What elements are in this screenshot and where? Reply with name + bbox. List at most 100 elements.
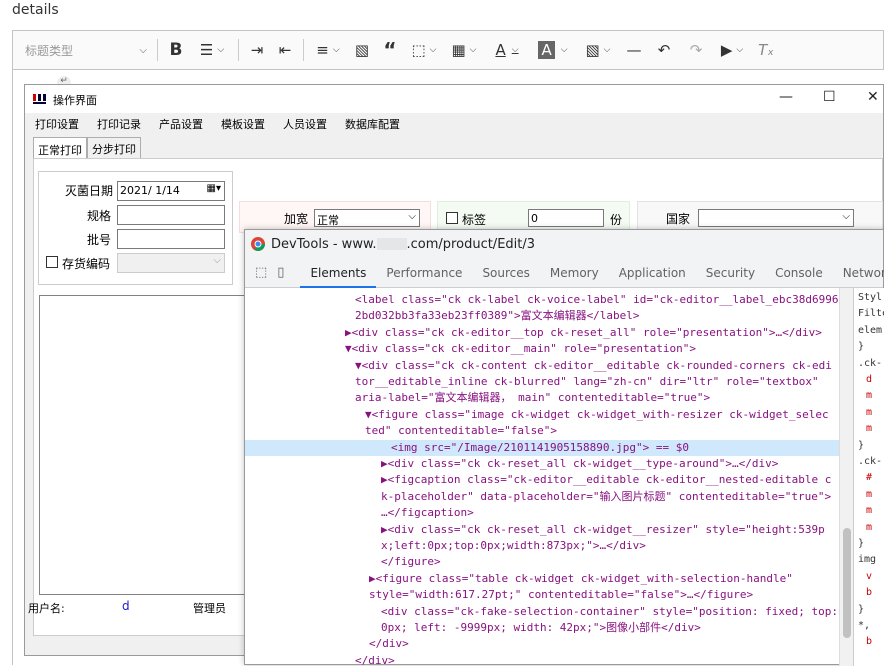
device-toggle-icon[interactable]: ▯ <box>277 265 284 280</box>
user-value: d <box>122 599 130 613</box>
heading-label: 标题类型 <box>25 43 74 58</box>
bold-icon[interactable]: B <box>162 30 190 70</box>
dom-tree[interactable]: <label class="ck ck-label ck-voice-label… <box>245 288 839 666</box>
blockquote-icon[interactable]: “ <box>376 30 404 70</box>
horizontal-line-icon[interactable]: — <box>620 30 648 70</box>
dom-line[interactable]: </figure> <box>381 554 441 570</box>
style-line: # <box>866 472 873 484</box>
menu-item-user-settings[interactable]: 人员设置 <box>283 116 327 132</box>
width-value: 正常 <box>317 214 339 227</box>
dom-line[interactable]: style="width:617.27pt;" contenteditable=… <box>369 587 753 603</box>
styles-pane[interactable]: StylFilteelem}.ck-dmmm}.ck-#mmm}imgvb}*,… <box>853 288 884 666</box>
dom-line[interactable]: ▶<div class="ck ck-reset_all ck-widget__… <box>381 456 778 472</box>
tab-memory[interactable]: Memory <box>540 258 609 288</box>
spec-input[interactable] <box>117 205 225 225</box>
media-icon[interactable]: ⬚ ⌵ <box>404 30 444 70</box>
redo-icon[interactable]: ↷ <box>680 30 712 70</box>
font-color-icon[interactable]: A ⌵ <box>484 30 530 70</box>
tab-sources[interactable]: Sources <box>472 258 539 288</box>
dom-line[interactable]: ▶<figure class="table ck-widget ck-widge… <box>369 571 793 587</box>
dom-line[interactable]: k-placeholder" data-placeholder="输入图片标题"… <box>381 489 831 505</box>
batch-input[interactable] <box>117 229 225 249</box>
stock-checkbox[interactable] <box>46 256 58 268</box>
tab-performance[interactable]: Performance <box>376 258 472 288</box>
copies-unit: 份 <box>610 213 623 227</box>
dom-line[interactable]: <label class="ck ck-label ck-voice-label… <box>355 292 838 308</box>
dom-line[interactable]: </div> <box>369 636 409 652</box>
menu-item-print-records[interactable]: 打印记录 <box>97 116 141 132</box>
close-icon[interactable]: ✕ <box>867 89 879 105</box>
tab-console[interactable]: Console <box>765 258 833 288</box>
stock-label: 存货编码 <box>62 257 111 271</box>
dom-line[interactable]: ▼<figure class="image ck-widget ck-widge… <box>365 407 829 423</box>
style-line: } <box>858 538 865 549</box>
chevron-down-icon: ⌵ <box>213 255 221 266</box>
outdent-icon[interactable]: ⇤ <box>271 30 299 70</box>
dom-line[interactable]: ▶<div class="ck ck-editor__top ck-reset_… <box>345 325 822 341</box>
copies-input[interactable]: 0 <box>528 209 604 227</box>
app-title: 操作界面 <box>53 94 97 107</box>
menu-item-print-settings[interactable]: 打印设置 <box>35 116 79 132</box>
page-label: details <box>12 2 59 18</box>
maximize-icon[interactable]: ☐ <box>823 89 836 105</box>
bulleted-list-icon[interactable]: ☰ ⌵ <box>190 30 234 70</box>
width-select[interactable]: 正常 ⌵ <box>314 209 420 227</box>
status-bar: 用户名: d 管理员 <box>25 590 255 630</box>
minimize-icon[interactable]: — <box>779 89 793 105</box>
dom-line[interactable]: aria-label="富文本编辑器， main" contenteditabl… <box>355 390 710 406</box>
date-picker[interactable]: 2021/ 1/14 ▦▾ <box>117 181 225 201</box>
tab-security[interactable]: Security <box>696 258 765 288</box>
dom-line[interactable]: <div class="ck-fake-selection-container"… <box>381 604 838 620</box>
heading-dropdown[interactable]: 标题类型 ⌵ <box>13 30 153 70</box>
table-icon[interactable]: ▦ ⌵ <box>444 30 484 70</box>
style-line: } <box>858 341 865 353</box>
date-value: 2021/ 1/14 <box>120 184 180 197</box>
date-label: 灭菌日期 <box>65 184 114 198</box>
dom-line[interactable]: 0px; left: -9999px; width: 42px;">图像小部件<… <box>381 620 701 636</box>
stock-select[interactable]: ⌵ <box>117 253 225 273</box>
dom-line[interactable]: tor__editable_inline ck-blurred" lang="z… <box>355 374 819 390</box>
menu-item-product-settings[interactable]: 产品设置 <box>159 116 203 132</box>
dom-line[interactable]: ▼<div class="ck ck-editor__main" role="p… <box>345 341 696 357</box>
role-value: 管理员 <box>193 602 226 615</box>
style-line: b <box>866 587 873 599</box>
tab-application[interactable]: Application <box>609 258 696 288</box>
insert-image-icon[interactable]: ▧ ⌵ <box>576 30 620 70</box>
style-line: m <box>866 521 873 533</box>
tab-network[interactable]: Network <box>833 258 884 288</box>
style-line: b <box>866 636 873 648</box>
style-line: m <box>866 505 873 517</box>
menu-item-template-settings[interactable]: 模板设置 <box>221 116 265 132</box>
style-line: .ck- <box>858 456 883 467</box>
dom-line[interactable]: ▶<figcaption class="ck-editor__editable … <box>381 472 831 488</box>
user-label: 用户名: <box>28 602 65 615</box>
dom-line[interactable]: x;left:0px;top:0px;width:873px;">…</div> <box>381 538 646 554</box>
style-line: .ck- <box>858 357 883 369</box>
app-titlebar: 操作界面 — ☐ ✕ <box>25 85 883 113</box>
country-label: 国家 <box>666 212 691 226</box>
dom-scrollbar[interactable] <box>839 288 853 666</box>
image-icon[interactable]: ▧ <box>348 30 376 70</box>
dom-line-selected[interactable]: <img src="/Image/2101141905158890.jpg"> … <box>245 439 839 456</box>
dom-line[interactable]: ▶<div class="ck ck-reset_all ck-widget__… <box>381 522 825 538</box>
tag-checkbox[interactable] <box>446 212 458 224</box>
align-icon[interactable]: ≡ ⌵ <box>308 30 348 70</box>
undo-icon[interactable]: ↶ <box>648 30 680 70</box>
inspect-icon[interactable]: ⬚ <box>255 265 267 280</box>
country-select[interactable]: ⌵ <box>698 209 854 227</box>
dom-line[interactable]: ted" contenteditable="false"> <box>365 423 557 439</box>
media-embed-icon[interactable]: ▶ ⌵ <box>712 30 752 70</box>
dom-line[interactable]: </div> <box>355 653 395 666</box>
dom-line[interactable]: …</figcaption> <box>381 505 474 521</box>
remove-format-icon[interactable]: Tₓ <box>752 30 780 70</box>
tab-elements[interactable]: Elements <box>300 258 377 288</box>
font-bg-color-icon[interactable]: A ⌵ <box>530 30 576 70</box>
dom-line[interactable]: ▼<div class="ck ck-content ck-editor__ed… <box>355 358 832 374</box>
style-line: img <box>858 554 877 566</box>
data-grid[interactable] <box>39 295 249 595</box>
dom-line[interactable]: 2bd032bb3fa33eb23ff0389">富文本编辑器</label> <box>355 308 640 324</box>
spec-label: 规格 <box>87 209 112 223</box>
indent-icon[interactable]: ⇥ <box>243 30 271 70</box>
menu-item-db-config[interactable]: 数据库配置 <box>345 116 400 132</box>
calendar-icon[interactable]: ▦▾ <box>207 183 221 194</box>
